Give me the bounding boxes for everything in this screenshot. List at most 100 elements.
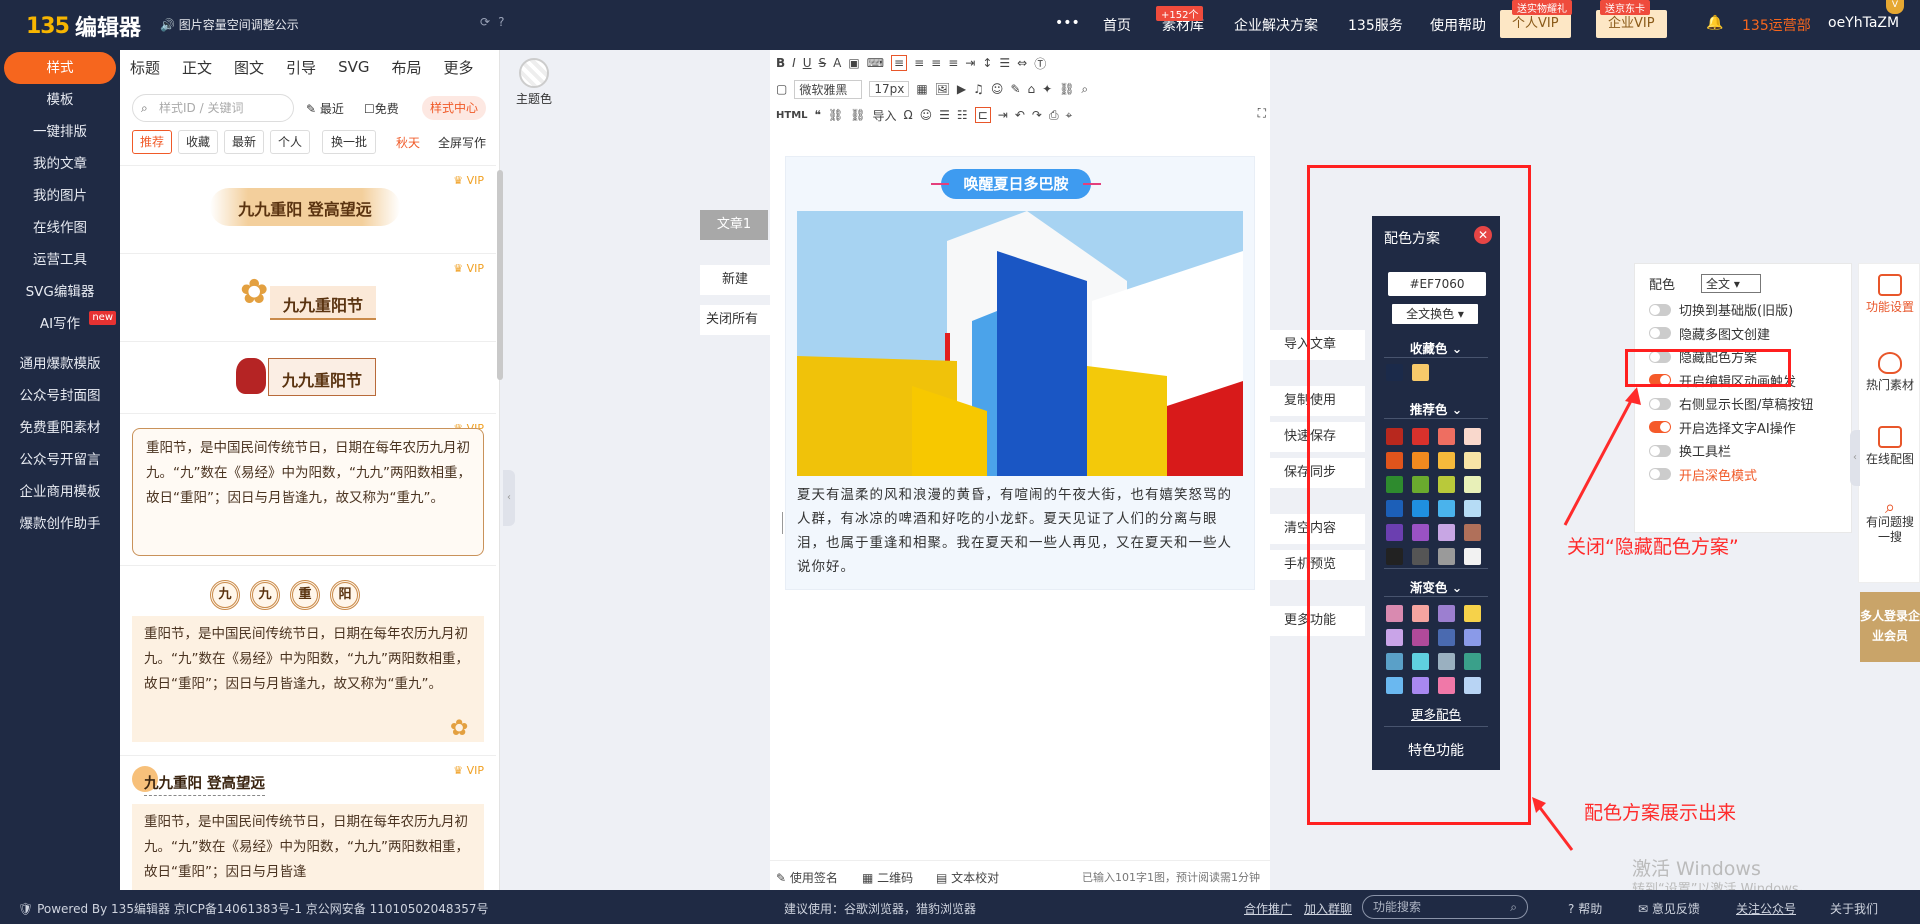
link-icon[interactable]: ⛓ [1059,82,1074,96]
search-replace-icon[interactable]: ⌕ [1081,82,1088,97]
bell-icon[interactable]: 🔔 [1706,15,1723,31]
footer-feedback[interactable]: ✉ 意见反馈 [1638,900,1700,917]
link-icon[interactable]: ⛓ [828,108,843,122]
new-article-button[interactable]: 新建 [700,265,770,295]
location-icon[interactable]: ⌖ [1066,108,1073,123]
letter-spacing-icon[interactable]: ⇔ [1017,56,1027,70]
function-search-input[interactable]: 功能搜索 ⌕ [1362,895,1528,919]
toggle-switch[interactable] [1649,468,1671,480]
shuffle-button[interactable]: 换一批 [322,130,376,154]
fullscreen-link[interactable]: 全屏写作 [438,134,486,151]
footer-cooperation[interactable]: 合作推广 [1244,900,1292,917]
emoji-icon[interactable]: ☺ [920,108,933,122]
strike-icon[interactable]: S [819,56,827,70]
template-card-2[interactable]: ♛ VIP ✿ 九九重阳节 [120,254,496,342]
footer-help[interactable]: ? 帮助 [1568,900,1602,917]
template-card-6[interactable]: ♛ VIP 九九重阳 登高望远 重阳节，是中国民间传统节日，日期在每年农历九月初… [120,756,496,890]
image-icon[interactable]: 🖼 [935,82,950,96]
template-card-5[interactable]: 九 九 重 阳 重阳节，是中国民间传统节日，日期在每年农历九月初九。“九”数在《… [120,566,496,756]
align-left-icon[interactable]: ≡ [891,55,908,71]
footer-join-group[interactable]: 加入群聊 [1304,900,1352,917]
para-spacing-icon[interactable]: ☰ [999,56,1010,70]
help-icon[interactable]: ? [498,15,512,29]
recent-link[interactable]: ✎ 最近 [306,100,344,117]
sidebar-item-articles[interactable]: 我的文章 [0,148,120,180]
logo[interactable]: 135 编辑器 [26,10,141,42]
format-icon[interactable]: ⌨ [867,56,884,70]
notice-link[interactable]: 🔊 图片容量空间调整公示 [160,16,299,33]
sidebar-item-svg[interactable]: SVG编辑器 [0,276,120,308]
style-search-input[interactable]: ⌕ 样式ID / 关键词 [132,94,294,122]
font-color-icon[interactable]: A [833,56,841,70]
undo-icon[interactable]: ↶ [1015,108,1025,122]
refresh-icon[interactable]: ⟳ [480,15,498,29]
bg-color-icon[interactable]: ▣ [848,56,859,70]
signature-button[interactable]: ✎ 使用签名 [776,869,838,886]
template-card-4[interactable]: ♛ VIP 重阳节，是中国民间传统节日，日期在每年农历九月初九。“九”数在《易经… [120,414,496,566]
stamp-icon[interactable]: ⎙ [1049,108,1059,123]
sidebar-extra-6[interactable]: 爆款创作助手 [0,508,120,540]
tab-image-text[interactable]: 图文 [234,57,264,78]
tab-more[interactable]: 更多 [443,57,473,78]
tab-guide[interactable]: 引导 [286,57,316,78]
footer-follow[interactable]: 关注公众号 [1736,900,1796,917]
tab-title[interactable]: 标题 [130,57,160,78]
nav-help[interactable]: 使用帮助 [1430,15,1486,35]
toggle-switch[interactable] [1649,303,1671,316]
filter-personal[interactable]: 个人 [270,130,310,154]
sidebar-extra-3[interactable]: 免费重阳素材 [0,412,120,444]
article-tab[interactable]: 文章1 [700,210,768,240]
proofread-button[interactable]: ▤ 文本校对 [936,869,999,886]
toggle-switch[interactable] [1649,444,1671,457]
toggle-switch[interactable] [1649,421,1671,433]
import-button[interactable]: 导入 [872,107,896,124]
style-center-button[interactable]: 样式中心 [422,96,487,120]
fullscreen-icon[interactable]: ⛶ [1258,106,1266,121]
sidebar-item-template[interactable]: 模板 [0,84,120,116]
indent-icon[interactable]: ⇥ [965,56,975,70]
season-tag[interactable]: 秋天 [396,134,420,151]
online-image-button[interactable]: 在线配图 [1859,426,1920,467]
username[interactable]: oeYhTaZM [1828,15,1899,31]
table-icon[interactable]: ▦ [916,82,927,96]
music-icon[interactable]: ♫ [973,82,984,96]
sidebar-item-draw[interactable]: 在线作图 [0,212,120,244]
sidebar-item-ai[interactable]: AI写作 new [0,308,120,340]
template-card-3[interactable]: 九九重阳节 [120,342,496,414]
sidebar-extra-4[interactable]: 公众号开留言 [0,444,120,476]
qrcode-button[interactable]: ▦ 二维码 [862,869,913,886]
tab-body[interactable]: 正文 [182,57,212,78]
filter-latest[interactable]: 最新 [224,130,264,154]
filter-favorite[interactable]: 收藏 [178,130,218,154]
close-all-button[interactable]: 关闭所有 [700,305,770,335]
tab-svg[interactable]: SVG [338,58,369,76]
sidebar-item-onekey[interactable]: 一键排版 [0,116,120,148]
panel-scrollbar[interactable] [497,170,503,380]
line-spacing-icon[interactable]: ↕ [982,56,992,70]
ops-link[interactable]: 135运营部 [1742,15,1811,35]
tab-layout[interactable]: 布局 [391,57,421,78]
unlink-icon[interactable]: ⛓ [850,108,865,122]
nav-home[interactable]: 首页 [1103,15,1131,35]
magic-icon[interactable]: ✦ [1042,82,1052,96]
video-icon[interactable]: ▶ [957,82,966,96]
block-icon[interactable]: ⊏ [974,107,991,123]
more-menu-icon[interactable]: ••• [1055,15,1080,31]
search-help-button[interactable]: ⌕ 有问题搜一搜 [1865,499,1915,545]
omega-icon[interactable]: Ω [903,108,912,122]
indent2-icon[interactable]: ⇥ [998,108,1008,122]
redo-icon[interactable]: ↷ [1032,108,1042,122]
theme-color-button[interactable]: 主题色 [508,52,560,118]
list-icon[interactable]: ☰ [939,108,950,122]
underline-icon[interactable]: U [803,56,812,70]
color-setting-select[interactable]: 全文 ▾ [1701,274,1762,293]
template-card-1[interactable]: ♛ VIP 九九重阳 登高望远 [120,166,496,254]
doc-icon[interactable]: ▢ [776,82,787,96]
home-icon[interactable]: ⌂ [1028,82,1036,96]
align-center-icon[interactable]: ≡ [914,56,924,70]
sidebar-extra-2[interactable]: 公众号封面图 [0,380,120,412]
collapse-right-handle[interactable]: ‹ [1850,430,1860,486]
bold-icon[interactable]: B [776,56,785,70]
font-size-select[interactable]: 17px [869,81,910,97]
toggle-switch[interactable] [1649,397,1671,410]
